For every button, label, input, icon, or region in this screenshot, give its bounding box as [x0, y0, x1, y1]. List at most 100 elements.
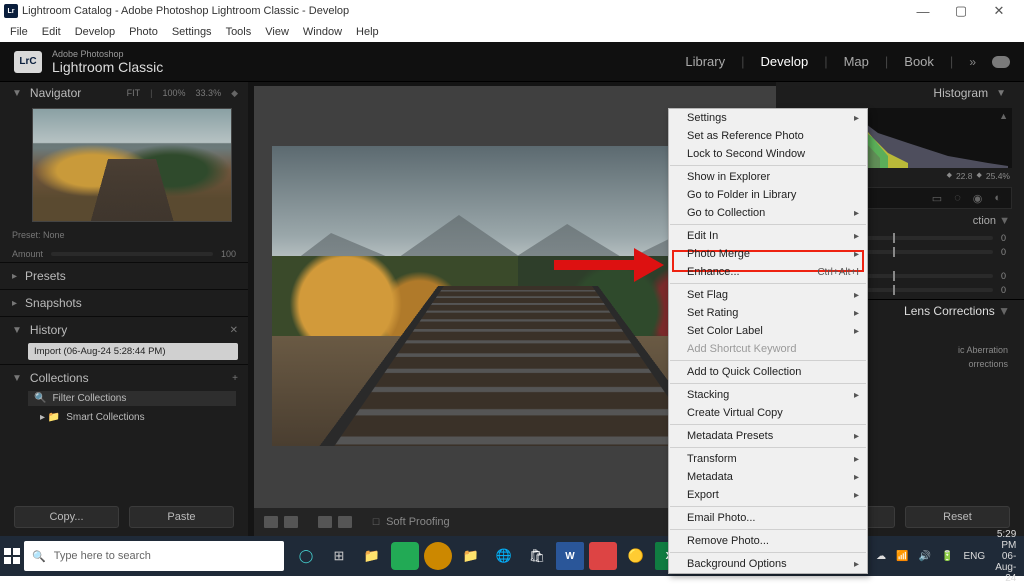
menu-item-set-as-reference-photo[interactable]: Set as Reference Photo	[669, 127, 867, 145]
menu-item-go-to-folder-in-library[interactable]: Go to Folder in Library	[669, 186, 867, 204]
tray-clock[interactable]: 5:29 PM 06-Aug-24	[995, 529, 1016, 584]
menu-help[interactable]: Help	[350, 24, 385, 40]
menu-view[interactable]: View	[259, 24, 295, 40]
module-library[interactable]: Library	[685, 54, 725, 69]
menu-item-label: Go to Folder in Library	[687, 189, 796, 201]
menu-item-go-to-collection[interactable]: Go to Collection▸	[669, 204, 867, 222]
navigator-header[interactable]: ▼ Navigator FIT | 100% 33.3% ◆	[0, 82, 248, 104]
snapshots-header[interactable]: ▸Snapshots	[0, 292, 248, 314]
menu-item-set-rating[interactable]: Set Rating▸	[669, 304, 867, 322]
filter-collections-input[interactable]: 🔍Filter Collections	[28, 391, 236, 406]
submenu-chevron-icon: ▸	[854, 326, 859, 337]
menu-photo[interactable]: Photo	[123, 24, 164, 40]
taskbar-app-3[interactable]	[424, 542, 452, 570]
nav-fit[interactable]: FIT	[127, 88, 141, 98]
taskbar-word-icon[interactable]: W	[556, 542, 584, 570]
submenu-chevron-icon: ▸	[854, 490, 859, 501]
taskbar-app-1[interactable]: 📁	[358, 542, 386, 570]
cortana-icon[interactable]: ◯	[292, 542, 320, 570]
loupe-view-icon[interactable]	[264, 516, 278, 528]
taskbar-edge-icon[interactable]: 🌐	[490, 542, 518, 570]
module-book[interactable]: Book	[904, 54, 934, 69]
menu-item-metadata-presets[interactable]: Metadata Presets▸	[669, 427, 867, 445]
menu-item-label: Remove Photo...	[687, 535, 769, 547]
menu-separator	[670, 360, 866, 361]
menu-item-email-photo[interactable]: Email Photo...	[669, 509, 867, 527]
before-after-icon[interactable]	[284, 516, 298, 528]
minimize-button[interactable]: —	[916, 4, 930, 18]
submenu-chevron-icon: ▸	[854, 559, 859, 570]
nav-33[interactable]: 33.3%	[196, 88, 222, 98]
menu-item-metadata[interactable]: Metadata▸	[669, 468, 867, 486]
navigator-thumbnail[interactable]	[32, 108, 232, 222]
menu-item-remove-photo[interactable]: Remove Photo...	[669, 532, 867, 550]
menu-item-show-in-explorer[interactable]: Show in Explorer	[669, 168, 867, 186]
tray-cloud-icon[interactable]: ☁	[876, 551, 886, 562]
menu-item-edit-in[interactable]: Edit In▸	[669, 227, 867, 245]
mask-tool-icon[interactable]: ◐	[994, 192, 1001, 204]
taskbar-app-2[interactable]	[391, 542, 419, 570]
menu-edit[interactable]: Edit	[36, 24, 67, 40]
menu-item-lock-to-second-window[interactable]: Lock to Second Window	[669, 145, 867, 163]
tray-lang[interactable]: ENG	[964, 551, 986, 562]
redeye-tool-icon[interactable]: ◉	[973, 192, 983, 205]
smart-collections-item[interactable]: ▸ 📁Smart Collections	[40, 412, 236, 423]
menu-item-add-to-quick-collection[interactable]: Add to Quick Collection	[669, 363, 867, 381]
cloud-sync-icon[interactable]	[992, 56, 1010, 68]
module-map[interactable]: Map	[844, 54, 869, 69]
module-develop[interactable]: Develop	[761, 54, 809, 69]
menu-window[interactable]: Window	[297, 24, 348, 40]
task-view-icon[interactable]: ⊞	[325, 542, 353, 570]
navigator-title: Navigator	[30, 86, 81, 100]
menu-item-settings[interactable]: Settings▸	[669, 109, 867, 127]
menu-item-set-flag[interactable]: Set Flag▸	[669, 286, 867, 304]
amount-slider[interactable]	[51, 252, 213, 256]
menu-item-set-color-label[interactable]: Set Color Label ▸	[669, 322, 867, 340]
crop-tool-icon[interactable]: ▭	[932, 192, 942, 205]
menu-item-photo-merge[interactable]: Photo Merge▸	[669, 245, 867, 263]
taskbar-search[interactable]: 🔍 Type here to search	[24, 541, 284, 571]
menu-item-export[interactable]: Export ▸	[669, 486, 867, 504]
copy-button[interactable]: Copy...	[14, 506, 119, 528]
module-expand-icon[interactable]: »	[969, 55, 976, 69]
slider-4-value: 0	[1001, 285, 1006, 295]
section-label: ction	[973, 215, 996, 227]
heal-tool-icon[interactable]: ◌	[954, 192, 961, 204]
history-item[interactable]: Import (06-Aug-24 5:28:44 PM)	[28, 343, 238, 360]
menu-settings[interactable]: Settings	[166, 24, 218, 40]
reset-button[interactable]: Reset	[905, 506, 1010, 528]
taskbar-app-4[interactable]: 📁	[457, 542, 485, 570]
start-button[interactable]	[4, 541, 20, 571]
soft-proofing-toggle[interactable]: Soft Proofing	[386, 516, 450, 528]
tray-network-icon[interactable]: 📶	[896, 551, 908, 562]
brand-subtitle: Adobe Photoshop	[52, 49, 163, 59]
menu-item-enhance[interactable]: Enhance...Ctrl+Alt+I	[669, 263, 867, 281]
taskbar-chrome-icon[interactable]: 🟡	[622, 542, 650, 570]
paste-button[interactable]: Paste	[129, 506, 234, 528]
taskbar-app-5[interactable]	[589, 542, 617, 570]
menu-tools[interactable]: Tools	[220, 24, 258, 40]
window-title: Lightroom Catalog - Adobe Photoshop Ligh…	[22, 5, 349, 17]
close-button[interactable]: ✕	[992, 4, 1006, 18]
menu-develop[interactable]: Develop	[69, 24, 121, 40]
history-header[interactable]: ▼History✕	[0, 319, 248, 341]
amount-label: Amount	[12, 249, 43, 259]
chevron-icon[interactable]: ◆	[231, 88, 238, 99]
maximize-button[interactable]: ▢	[954, 4, 968, 18]
menu-item-stacking[interactable]: Stacking▸	[669, 386, 867, 404]
menu-item-background-options[interactable]: Background Options▸	[669, 555, 867, 573]
menu-file[interactable]: File	[4, 24, 34, 40]
ref-split-icon[interactable]	[338, 516, 352, 528]
collections-header[interactable]: ▼Collections+	[0, 367, 248, 389]
menu-item-label: Set Color Label	[687, 325, 763, 337]
menu-item-create-virtual-copy[interactable]: Create Virtual Copy	[669, 404, 867, 422]
taskbar-store-icon[interactable]: 🛍	[523, 542, 551, 570]
presets-header[interactable]: ▸Presets	[0, 265, 248, 287]
tray-volume-icon[interactable]: 🔊	[919, 551, 931, 562]
menu-item-transform[interactable]: Transform▸	[669, 450, 867, 468]
nav-100[interactable]: 100%	[163, 88, 186, 98]
ref-view-icon[interactable]	[318, 516, 332, 528]
menu-item-label: Export	[687, 489, 719, 501]
histogram-header[interactable]: Histogram ▼	[776, 82, 1024, 104]
tray-battery-icon[interactable]: 🔋	[941, 551, 953, 562]
